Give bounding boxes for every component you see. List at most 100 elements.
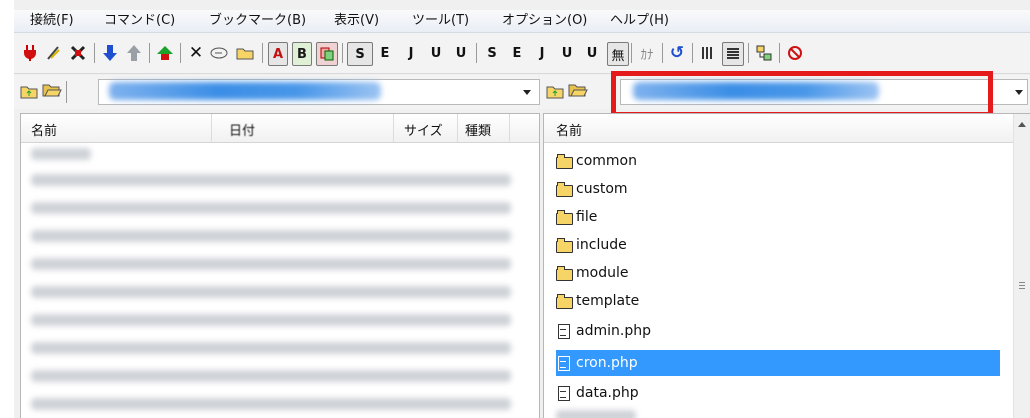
- local-col-date[interactable]: 日付: [229, 120, 255, 139]
- menu-command[interactable]: コマンド(C): [104, 12, 175, 30]
- item-name: custom: [576, 181, 628, 197]
- auto-mode-icon[interactable]: [316, 42, 338, 66]
- local-column-header: 名前 日付 サイズ 種類: [21, 114, 539, 143]
- no-conversion-button[interactable]: 無: [607, 42, 629, 66]
- remote-col-name[interactable]: 名前: [556, 120, 582, 139]
- redacted-row: [31, 174, 511, 186]
- local-parent-folder-icon[interactable]: [20, 83, 38, 103]
- new-folder-icon[interactable]: [234, 42, 256, 64]
- remote-column-header: 名前: [544, 114, 1014, 143]
- kanji-jis-button[interactable]: J: [400, 42, 422, 64]
- quick-connect-icon[interactable]: [44, 42, 64, 64]
- file-icon: [556, 324, 572, 339]
- list-item[interactable]: data.php: [556, 380, 639, 406]
- item-name: cron.php: [576, 355, 638, 371]
- kanji-utf8n-button[interactable]: U: [425, 42, 447, 64]
- local-address-bar: [14, 75, 540, 109]
- menu-help[interactable]: ヘルプ(H): [610, 12, 669, 30]
- mirror-upload-icon[interactable]: [154, 42, 176, 64]
- list-item[interactable]: template: [556, 288, 639, 314]
- remote-file-list[interactable]: 名前 common custom file include module tem…: [543, 113, 1030, 418]
- toolbar-separator: [662, 43, 663, 63]
- col-divider: [211, 114, 212, 142]
- item-name: data.php: [576, 385, 639, 401]
- toolbar-separator: [149, 43, 150, 63]
- toolbar-separator: [779, 43, 780, 63]
- local-col-type[interactable]: 種類: [465, 120, 491, 139]
- local-open-folder-icon[interactable]: [42, 82, 62, 102]
- toolbar-separator: [262, 43, 263, 63]
- scroll-up-icon[interactable]: [1018, 122, 1026, 127]
- redacted-row: [31, 314, 511, 326]
- redacted-row: [556, 410, 636, 418]
- kanji-sjis-button[interactable]: S: [347, 42, 373, 66]
- list-item-selected[interactable]: cron.php: [556, 350, 1000, 376]
- menu-tools[interactable]: ツール(T): [412, 12, 469, 30]
- kanji-utf8-button[interactable]: U: [450, 42, 472, 64]
- redacted-row: [31, 202, 511, 214]
- remote-path-dropdown-icon[interactable]: [1015, 90, 1023, 95]
- local-path-input[interactable]: [98, 79, 540, 105]
- redacted-row: [31, 286, 511, 298]
- local-col-name[interactable]: 名前: [31, 120, 57, 139]
- delete-icon[interactable]: ✕: [186, 42, 206, 64]
- remote-scrollbar[interactable]: [1013, 114, 1030, 418]
- redacted-row: [31, 370, 511, 382]
- menu-view[interactable]: 表示(V): [334, 12, 379, 30]
- list-item[interactable]: custom: [556, 176, 628, 202]
- list-item[interactable]: file: [556, 204, 597, 230]
- binary-mode-button[interactable]: B: [292, 42, 312, 66]
- kana-convert-button[interactable]: ｶﾅ: [636, 42, 658, 64]
- list-item[interactable]: admin.php: [556, 318, 651, 344]
- list-view-icon[interactable]: [697, 42, 719, 64]
- sync-dirs-icon[interactable]: [753, 42, 775, 64]
- toolbar-separator: [692, 43, 693, 63]
- toolbar-separator: [342, 43, 343, 63]
- col-divider: [393, 114, 394, 142]
- upload-icon[interactable]: [124, 42, 144, 64]
- toolbar-separator: [180, 43, 181, 63]
- ascii-mode-button[interactable]: A: [268, 42, 288, 66]
- rename-icon[interactable]: [208, 42, 230, 64]
- local-file-list[interactable]: 名前 日付 サイズ 種類: [20, 113, 540, 418]
- local-path-dropdown-icon[interactable]: [523, 90, 531, 95]
- kanji-euc-button[interactable]: E: [374, 42, 396, 64]
- redacted-row: [31, 148, 91, 160]
- annotation-highlight-box: [611, 71, 993, 117]
- list-item[interactable]: module: [556, 260, 628, 286]
- window-edge: [0, 0, 14, 418]
- toolbar-separator: [476, 43, 477, 63]
- redacted-row: [31, 230, 511, 242]
- redacted-local-path: [109, 82, 381, 100]
- list-item[interactable]: include: [556, 232, 627, 258]
- scroll-grip-icon[interactable]: [1019, 282, 1025, 283]
- remote-parent-folder-icon[interactable]: [546, 83, 564, 103]
- menu-options[interactable]: オプション(O): [502, 12, 587, 30]
- item-name: common: [576, 153, 637, 169]
- folder-icon: [556, 182, 573, 197]
- filename-sjis-button[interactable]: S: [481, 42, 503, 64]
- col-divider: [457, 114, 458, 142]
- folder-icon: [556, 266, 573, 281]
- filename-utf8-button[interactable]: U: [581, 42, 603, 64]
- filename-utf8n-button[interactable]: U: [556, 42, 578, 64]
- refresh-icon[interactable]: ↺: [666, 42, 688, 64]
- download-icon[interactable]: [100, 42, 120, 64]
- folder-icon: [556, 294, 573, 309]
- abort-icon[interactable]: [784, 42, 806, 64]
- menu-connect[interactable]: 接続(F): [30, 12, 74, 30]
- remote-open-folder-icon[interactable]: [568, 82, 588, 102]
- toolbar-separator: [631, 43, 632, 63]
- toolbar: ✕ A B S E J U U S E J U U 無 ｶﾅ ↺: [14, 33, 1030, 74]
- redacted-row: [31, 258, 511, 270]
- menu-bookmark[interactable]: ブックマーク(B): [209, 12, 306, 30]
- filename-jis-button[interactable]: J: [531, 42, 553, 64]
- filename-euc-button[interactable]: E: [506, 42, 528, 64]
- disconnect-icon[interactable]: [68, 42, 88, 64]
- item-name: module: [576, 265, 629, 281]
- redacted-row: [31, 398, 511, 410]
- connect-icon[interactable]: [20, 42, 40, 64]
- list-item[interactable]: common: [556, 148, 637, 174]
- detail-view-icon[interactable]: [722, 42, 744, 66]
- local-col-size[interactable]: サイズ: [404, 120, 443, 139]
